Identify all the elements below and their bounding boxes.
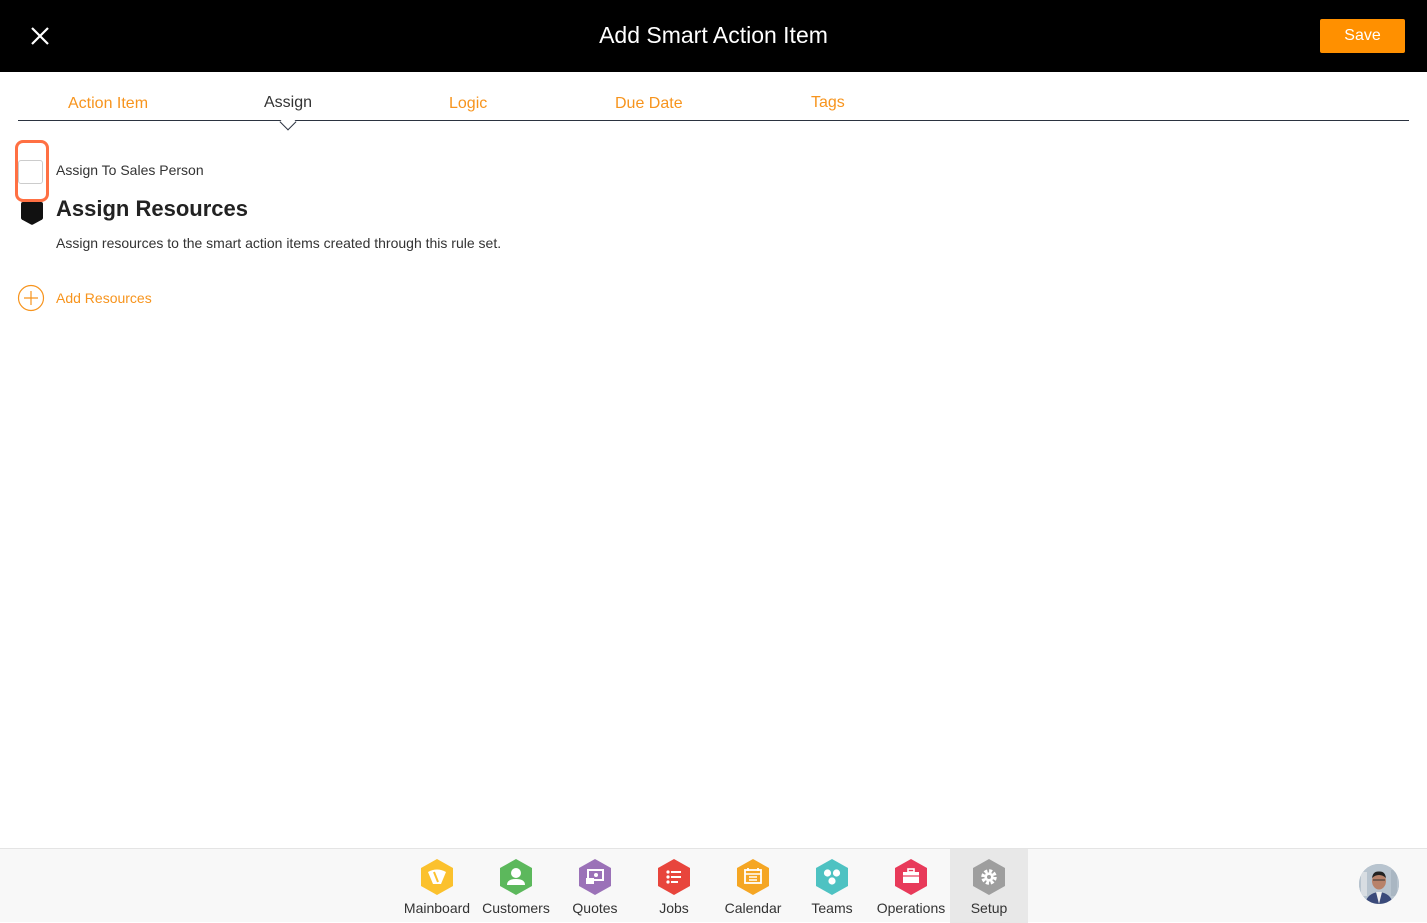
customer-icon <box>500 859 532 895</box>
tab-logic[interactable]: Logic <box>449 95 487 113</box>
tab-action-item[interactable]: Action Item <box>68 95 148 113</box>
nav-calendar[interactable]: Calendar <box>714 849 792 923</box>
nav-operations[interactable]: Operations <box>872 849 950 923</box>
top-bar: Add Smart Action Item Save <box>0 0 1427 72</box>
briefcase-icon <box>895 859 927 895</box>
add-resources-label: Add Resources <box>56 290 152 306</box>
bottom-nav: Mainboard Customers Quotes Jobs Calendar… <box>0 848 1427 923</box>
add-resources-button[interactable]: Add Resources <box>17 284 152 312</box>
user-avatar[interactable] <box>1359 864 1399 904</box>
section-description: Assign resources to the smart action ite… <box>56 235 502 251</box>
nav-setup[interactable]: Setup <box>950 849 1028 923</box>
teams-icon <box>816 859 848 895</box>
calendar-icon <box>737 859 769 895</box>
nav-jobs[interactable]: Jobs <box>635 849 713 923</box>
jobs-list-icon <box>658 859 690 895</box>
active-tab-indicator <box>279 113 297 131</box>
nav-teams[interactable]: Teams <box>793 849 871 923</box>
save-button[interactable]: Save <box>1320 19 1405 53</box>
gear-icon <box>973 859 1005 895</box>
mainboard-icon <box>421 859 453 895</box>
nav-label: Setup <box>970 900 1008 916</box>
avatar-photo <box>1359 864 1399 904</box>
tab-tags[interactable]: Tags <box>811 94 845 112</box>
nav-customers[interactable]: Customers <box>477 849 555 923</box>
assign-to-sales-person-checkbox[interactable] <box>18 160 43 184</box>
nav-quotes[interactable]: Quotes <box>556 849 634 923</box>
tab-assign[interactable]: Assign <box>264 94 312 112</box>
quotes-icon <box>579 859 611 895</box>
section-hexagon-icon <box>21 202 43 225</box>
nav-mainboard[interactable]: Mainboard <box>398 849 476 923</box>
section-title: Assign Resources <box>56 196 248 221</box>
tab-due-date[interactable]: Due Date <box>615 95 683 113</box>
page-title: Add Smart Action Item <box>599 22 828 48</box>
plus-circle-icon <box>17 284 45 312</box>
tab-bar: Action Item Assign Logic Due Date Tags <box>18 72 1409 131</box>
assign-to-sales-person-label: Assign To Sales Person <box>56 162 204 178</box>
